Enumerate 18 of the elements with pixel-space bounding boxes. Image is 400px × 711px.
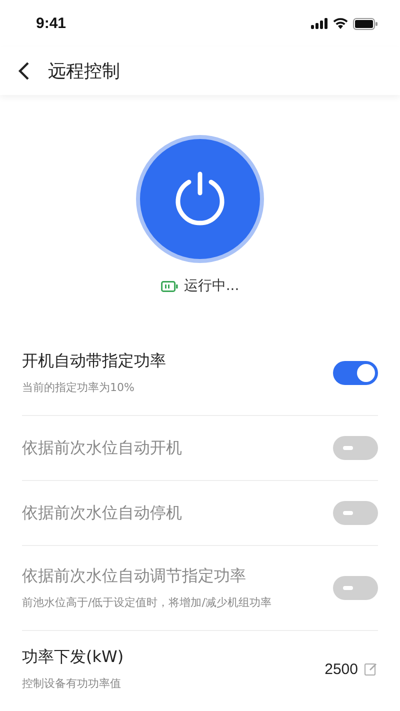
setting-title: 依据前次水位自动停机 xyxy=(22,502,182,524)
edit-icon xyxy=(364,662,378,676)
status-time: 9:41 xyxy=(36,15,66,32)
setting-title: 功率下发(kW) xyxy=(22,647,124,668)
signal-icon xyxy=(311,18,328,29)
running-status: 运行中... xyxy=(184,277,240,295)
toggle-switch[interactable] xyxy=(333,361,378,385)
battery-icon xyxy=(160,280,178,292)
power-value[interactable]: 2500 xyxy=(324,660,378,678)
setting-title: 依据前次水位自动调节指定功率 xyxy=(22,566,247,587)
setting-title: 依据前次水位自动开机 xyxy=(22,438,182,458)
setting-description: 当前的指定功率为10% xyxy=(22,380,136,395)
setting-title: 开机自动带指定功率 xyxy=(22,351,166,372)
page-title: 远程控制 xyxy=(48,60,120,83)
setting-description: 控制设备有功功率值 xyxy=(22,676,122,691)
battery-icon xyxy=(353,18,378,30)
setting-description: 前池水位高于/低于设定值时，将增加/减少机组功率 xyxy=(22,595,272,610)
wifi-icon xyxy=(333,18,348,29)
